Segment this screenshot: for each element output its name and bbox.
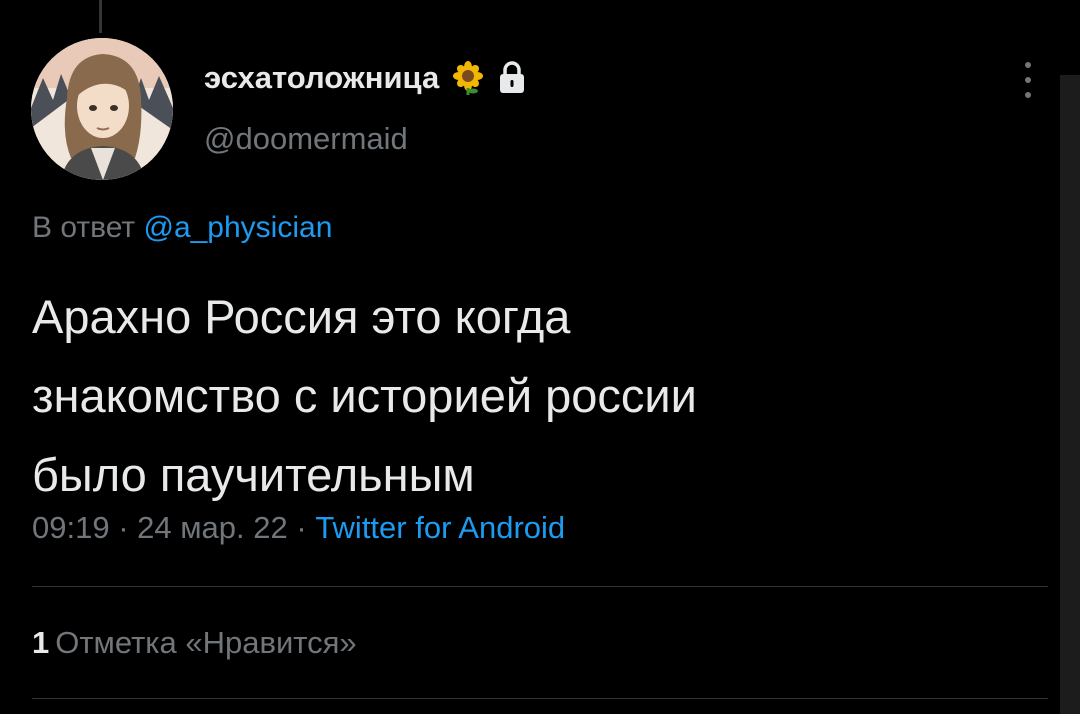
- author-display-name-row[interactable]: эсхатоложница: [204, 60, 527, 96]
- divider: [32, 698, 1048, 699]
- avatar-illustration: [31, 38, 173, 180]
- tweet-text-line: было паучительным: [32, 448, 475, 501]
- reply-context: В ответ @a_physician: [32, 211, 332, 245]
- meta-separator: ·: [287, 510, 316, 545]
- tweet-time[interactable]: 09:19: [32, 510, 110, 545]
- tweet-source-link[interactable]: Twitter for Android: [315, 510, 565, 545]
- thread-connector-line: [99, 0, 102, 33]
- likes-label: Отметка «Нравится»: [55, 625, 357, 660]
- author-handle[interactable]: @doomermaid: [204, 121, 408, 157]
- reply-prefix: В ответ: [32, 211, 136, 244]
- tweet-date[interactable]: 24 мар. 22: [137, 510, 288, 545]
- tweet-text: Арахно Россия это когда знакомство с ист…: [32, 277, 1032, 514]
- meta-separator: ·: [109, 510, 138, 545]
- scroll-edge-panel: [1060, 75, 1080, 714]
- tweet-text-line: Арахно Россия это когда: [32, 290, 571, 343]
- tweet-text-line: знакомство с историей россии: [32, 369, 697, 422]
- more-options-icon[interactable]: [1016, 62, 1040, 98]
- likes-count: 1: [32, 625, 50, 660]
- avatar[interactable]: [31, 38, 173, 180]
- author-display-name[interactable]: эсхатоложница: [204, 60, 439, 96]
- lock-icon: [497, 61, 527, 95]
- reply-mention-link[interactable]: @a_physician: [143, 211, 332, 244]
- divider: [32, 586, 1048, 587]
- sunflower-icon: [451, 61, 485, 95]
- likes-stat[interactable]: 1 Отметка «Нравится»: [32, 625, 357, 661]
- tweet-meta: 09:19 · 24 мар. 22 · Twitter for Android: [32, 510, 565, 546]
